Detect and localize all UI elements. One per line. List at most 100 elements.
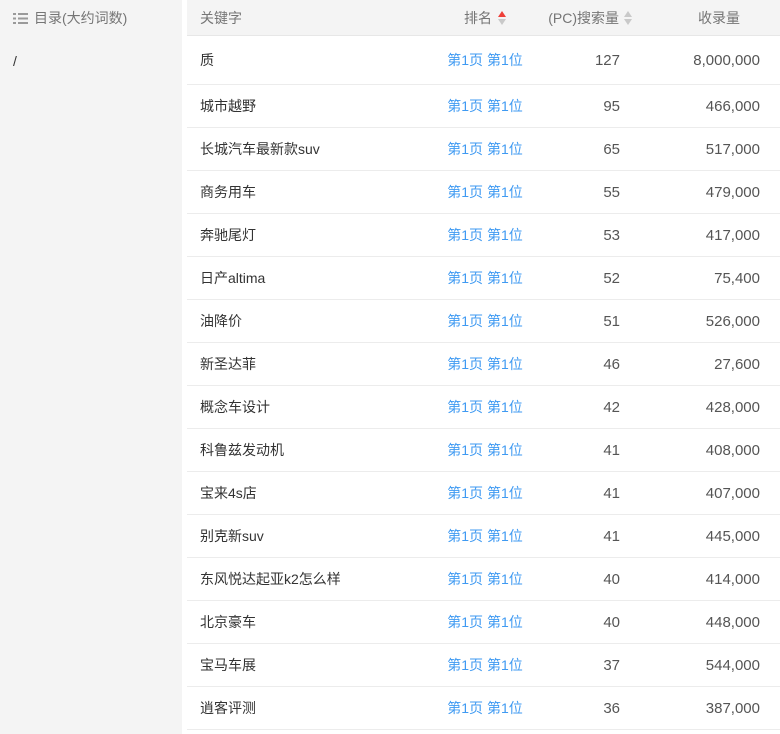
keyword-cell: 北京豪车	[200, 614, 256, 630]
index-volume-cell: 387,000	[705, 699, 760, 717]
table-body: 质 第1页 第1位 127 8,000,000 城市越野 第1页 第1位 95 …	[187, 36, 780, 734]
column-header-pc-search-label: (PC)搜索量	[548, 9, 619, 26]
rank-link[interactable]: 第1页 第1位	[430, 698, 540, 718]
keyword-cell: 商务用车	[200, 184, 256, 200]
pc-search-volume-cell: 40	[603, 613, 620, 631]
keyword-cell: 奔驰尾灯	[200, 227, 256, 243]
table-row: 别克新suv 第1页 第1位 41 445,000	[187, 515, 780, 558]
pc-search-volume-cell: 65	[603, 140, 620, 158]
table-row: 新圣达菲 第1页 第1位 46 27,600	[187, 343, 780, 386]
table-row: 东风悦达起亚k2怎么样 第1页 第1位 40 414,000	[187, 558, 780, 601]
index-volume-cell: 448,000	[705, 613, 760, 631]
rank-link[interactable]: 第1页 第1位	[430, 96, 540, 116]
keyword-cell: 城市越野	[200, 98, 256, 114]
table-row: 宝马车展 第1页 第1位 37 544,000	[187, 644, 780, 687]
table-row: 日产altima 第1页 第1位 52 75,400	[187, 257, 780, 300]
sidebar: 目录(大约词数) /	[0, 0, 182, 734]
rank-link[interactable]: 第1页 第1位	[430, 139, 540, 159]
pc-search-volume-cell: 37	[603, 656, 620, 674]
rank-link[interactable]: 第1页 第1位	[430, 483, 540, 503]
pc-search-volume-cell: 42	[603, 398, 620, 416]
rank-sort-control[interactable]	[498, 10, 506, 25]
keyword-cell: 日产altima	[200, 270, 266, 286]
pc-search-volume-cell: 41	[603, 527, 620, 545]
pc-search-volume-cell: 127	[594, 51, 620, 69]
pc-search-volume-cell: 41	[603, 484, 620, 502]
app-window: 目录(大约词数) / 关键字 排名 (PC)搜索量 收录量 质 第1页 第1位 …	[0, 0, 780, 734]
pc-search-volume-cell: 95	[603, 97, 620, 115]
index-volume-cell: 428,000	[705, 398, 760, 416]
index-volume-cell: 27,600	[714, 355, 760, 373]
index-volume-cell: 517,000	[705, 140, 760, 158]
index-volume-cell: 466,000	[705, 97, 760, 115]
keyword-cell: 概念车设计	[200, 399, 270, 415]
rank-link[interactable]: 第1页 第1位	[430, 50, 540, 70]
index-volume-cell: 407,000	[705, 484, 760, 502]
table-row: 长城汽车最新款suv 第1页 第1位 65 517,000	[187, 128, 780, 171]
rank-link[interactable]: 第1页 第1位	[430, 526, 540, 546]
keyword-cell: 油降价	[200, 313, 242, 329]
sidebar-header: 目录(大约词数)	[0, 0, 182, 36]
index-volume-cell: 544,000	[705, 656, 760, 674]
pc-search-volume-cell: 51	[603, 312, 620, 330]
table-row: 概念车设计 第1页 第1位 42 428,000	[187, 386, 780, 429]
index-volume-cell: 479,000	[705, 183, 760, 201]
keyword-cell: 宝马车展	[200, 657, 256, 673]
list-icon	[13, 12, 28, 25]
table-row: 宝来4s店 第1页 第1位 41 407,000	[187, 472, 780, 515]
table-row: 逍客评测 第1页 第1位 36 387,000	[187, 687, 780, 730]
sort-down-icon[interactable]	[498, 18, 506, 25]
column-header-index-volume: 收录量	[698, 9, 740, 26]
index-volume-cell: 8,000,000	[693, 51, 760, 69]
table-header-row: 关键字 排名 (PC)搜索量 收录量	[187, 0, 780, 36]
rank-link[interactable]: 第1页 第1位	[430, 655, 540, 675]
pc-search-volume-cell: 46	[603, 355, 620, 373]
index-volume-cell: 417,000	[705, 226, 760, 244]
column-header-rank: 排名	[430, 8, 540, 28]
table-row: 科鲁兹发动机 第1页 第1位 41 408,000	[187, 429, 780, 472]
pc-search-sort-control[interactable]	[624, 10, 632, 25]
table-row: 油降价 第1页 第1位 51 526,000	[187, 300, 780, 343]
rank-link[interactable]: 第1页 第1位	[430, 569, 540, 589]
keyword-cell: 质	[200, 52, 214, 68]
rank-link[interactable]: 第1页 第1位	[430, 354, 540, 374]
keyword-table: 关键字 排名 (PC)搜索量 收录量 质 第1页 第1位 127 8,000,0…	[187, 0, 780, 734]
table-row: 城市越野 第1页 第1位 95 466,000	[187, 85, 780, 128]
index-volume-cell: 414,000	[705, 570, 760, 588]
pc-search-volume-cell: 40	[603, 570, 620, 588]
table-row: 北京豪车 第1页 第1位 40 448,000	[187, 601, 780, 644]
pc-search-volume-cell: 53	[603, 226, 620, 244]
sort-up-icon[interactable]	[498, 10, 506, 17]
keyword-cell: 别克新suv	[200, 528, 264, 544]
column-header-keyword: 关键字	[200, 9, 242, 26]
keyword-cell: 长城汽车最新款suv	[200, 141, 320, 157]
rank-link[interactable]: 第1页 第1位	[430, 182, 540, 202]
keyword-cell: 东风悦达起亚k2怎么样	[200, 571, 341, 587]
sort-up-icon[interactable]	[624, 10, 632, 17]
keyword-cell: 新圣达菲	[200, 356, 256, 372]
sort-down-icon[interactable]	[624, 18, 632, 25]
rank-link[interactable]: 第1页 第1位	[430, 397, 540, 417]
rank-link[interactable]: 第1页 第1位	[430, 225, 540, 245]
rank-link[interactable]: 第1页 第1位	[430, 440, 540, 460]
table-row: 商务用车 第1页 第1位 55 479,000	[187, 171, 780, 214]
keyword-cell: 科鲁兹发动机	[200, 442, 284, 458]
pc-search-volume-cell: 52	[603, 269, 620, 287]
column-header-pc-search: (PC)搜索量	[540, 8, 640, 28]
index-volume-cell: 75,400	[714, 269, 760, 287]
rank-link[interactable]: 第1页 第1位	[430, 311, 540, 331]
rank-link[interactable]: 第1页 第1位	[430, 612, 540, 632]
index-volume-cell: 445,000	[705, 527, 760, 545]
keyword-cell: 宝来4s店	[200, 485, 257, 501]
sidebar-item-root-directory[interactable]: /	[0, 36, 182, 85]
pc-search-volume-cell: 36	[603, 699, 620, 717]
rank-link[interactable]: 第1页 第1位	[430, 268, 540, 288]
index-volume-cell: 408,000	[705, 441, 760, 459]
table-row: 质 第1页 第1位 127 8,000,000	[187, 36, 780, 85]
sidebar-title: 目录(大约词数)	[34, 10, 128, 26]
pc-search-volume-cell: 55	[603, 183, 620, 201]
column-header-rank-label: 排名	[464, 9, 492, 26]
index-volume-cell: 526,000	[705, 312, 760, 330]
pc-search-volume-cell: 41	[603, 441, 620, 459]
table-row: 奔驰尾灯 第1页 第1位 53 417,000	[187, 214, 780, 257]
